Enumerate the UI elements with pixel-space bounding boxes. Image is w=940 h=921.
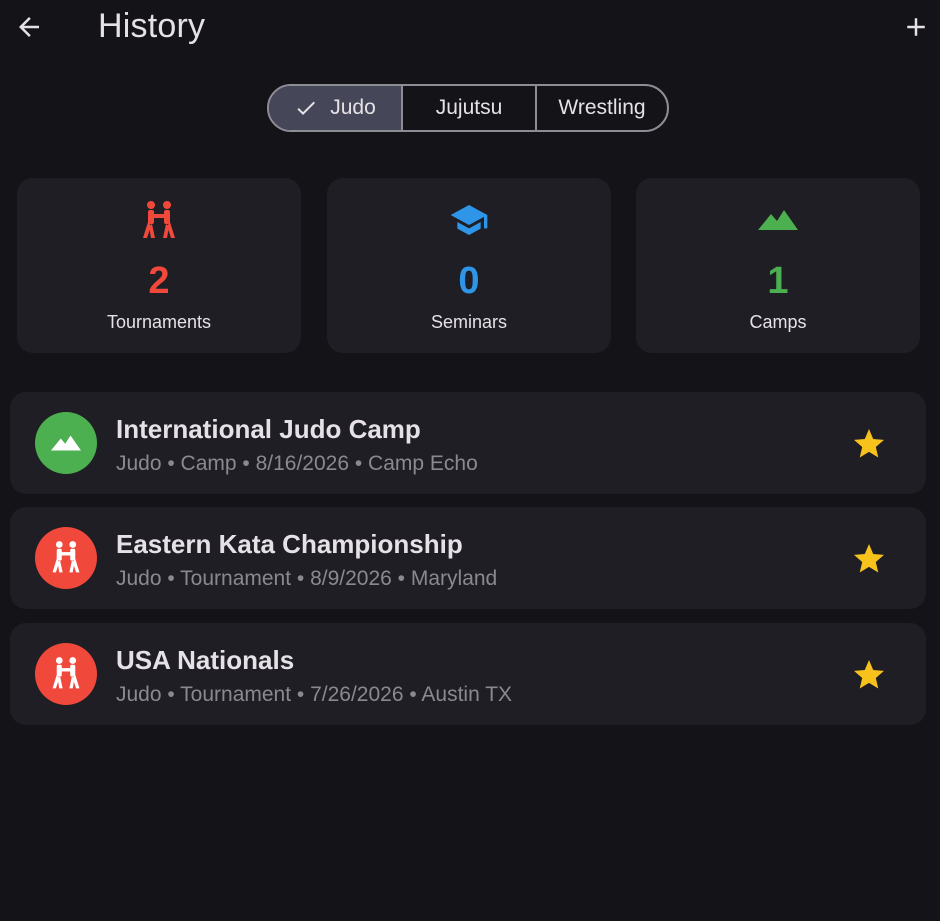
stat-value: 1 bbox=[767, 260, 789, 302]
graduation-cap-icon bbox=[450, 205, 488, 235]
event-title: International Judo Camp bbox=[116, 414, 421, 444]
tournament-icon bbox=[52, 657, 80, 689]
event-title: USA Nationals bbox=[116, 645, 295, 675]
stat-card-camps: 1 Camps bbox=[636, 178, 920, 353]
event-details: Judo • Tournament • 7/26/2026 • Austin T… bbox=[116, 683, 513, 706]
mountain-icon bbox=[758, 210, 798, 230]
event-item[interactable]: USA Nationals Judo • Tournament • 7/26/2… bbox=[10, 623, 926, 725]
app-bar: History bbox=[0, 0, 940, 56]
plus-icon bbox=[907, 18, 925, 36]
event-avatar bbox=[35, 412, 97, 474]
filter-label: Jujutsu bbox=[435, 96, 503, 119]
filter-label: Wrestling bbox=[558, 96, 646, 119]
stat-value: 2 bbox=[148, 260, 170, 302]
mountain-icon bbox=[51, 435, 81, 451]
stat-label: Tournaments bbox=[106, 312, 212, 332]
stat-card-seminars: 0 Seminars bbox=[327, 178, 611, 353]
tournament-icon bbox=[52, 541, 80, 573]
event-details: Judo • Tournament • 8/9/2026 • Maryland bbox=[116, 567, 498, 590]
event-details: Judo • Camp • 8/16/2026 • Camp Echo bbox=[116, 452, 478, 475]
stat-value: 0 bbox=[458, 260, 480, 302]
event-item[interactable]: Eastern Kata Championship Judo • Tournam… bbox=[10, 507, 926, 609]
event-avatar bbox=[35, 643, 97, 705]
add-button[interactable] bbox=[896, 8, 936, 46]
event-item[interactable]: International Judo Camp Judo • Camp • 8/… bbox=[10, 392, 926, 494]
stat-label: Camps bbox=[749, 312, 807, 332]
star-icon[interactable] bbox=[851, 541, 887, 577]
star-icon[interactable] bbox=[851, 426, 887, 462]
filter-jujutsu[interactable]: Jujutsu bbox=[401, 86, 535, 130]
event-title: Eastern Kata Championship bbox=[116, 529, 463, 559]
sport-filter: Judo Jujutsu Wrestling bbox=[267, 84, 669, 132]
event-avatar bbox=[35, 527, 97, 589]
stat-card-tournaments: 2 Tournaments bbox=[17, 178, 301, 353]
filter-wrestling[interactable]: Wrestling bbox=[535, 86, 667, 130]
check-icon bbox=[294, 96, 318, 120]
stat-label: Seminars bbox=[430, 312, 508, 332]
filter-judo[interactable]: Judo bbox=[269, 86, 401, 130]
star-icon[interactable] bbox=[851, 657, 887, 693]
tournament-icon bbox=[143, 201, 175, 238]
page-title: History bbox=[98, 7, 206, 45]
back-button[interactable] bbox=[10, 8, 48, 46]
arrow-left-icon bbox=[19, 17, 39, 37]
filter-label: Judo bbox=[330, 96, 376, 119]
